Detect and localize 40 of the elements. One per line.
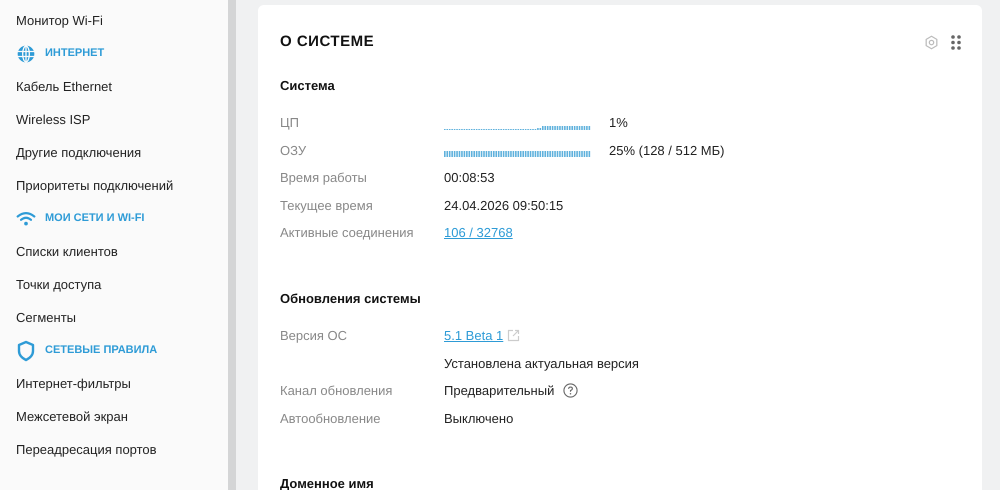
row-label: ОЗУ bbox=[280, 142, 306, 158]
card-title: О СИСТЕМЕ bbox=[280, 32, 374, 52]
row-value: Установлена актуальная версия bbox=[444, 354, 639, 373]
sidebar-link[interactable]: Монитор Wi-Fi bbox=[16, 10, 103, 30]
row-value: 1% bbox=[609, 114, 628, 132]
row-label: ЦП bbox=[280, 115, 299, 130]
row-value: Выключено bbox=[444, 410, 514, 428]
row-value: 00:08:53 bbox=[444, 169, 495, 187]
section-header: МОИ СЕТИ И WI-FI bbox=[45, 211, 144, 226]
external-link-icon[interactable] bbox=[507, 329, 520, 342]
section-header: ИНТЕРНЕТ bbox=[45, 46, 104, 62]
sidebar-link[interactable]: Другие подключения bbox=[16, 142, 142, 162]
row-value: Предварительный bbox=[444, 382, 554, 400]
row-label: Активные соединения bbox=[280, 225, 414, 240]
sidebar-link[interactable]: Переадресация портов bbox=[16, 440, 157, 460]
sidebar-link[interactable]: Точки доступа bbox=[16, 274, 102, 294]
row-label: Версия ОС bbox=[280, 328, 348, 343]
sidebar-link[interactable]: Приоритеты подключений bbox=[16, 176, 174, 196]
sidebar-link[interactable]: Кабель Ethernet bbox=[16, 76, 112, 96]
row-label: Время работы bbox=[280, 170, 367, 185]
wifi-icon bbox=[16, 210, 36, 226]
settings-icon[interactable] bbox=[924, 34, 939, 50]
sidebar-link[interactable]: Сегменты bbox=[16, 308, 76, 328]
scrollbar[interactable] bbox=[228, 0, 236, 490]
section-title: Обновления системы bbox=[280, 290, 422, 308]
sidebar-link[interactable]: Списки клиентов bbox=[16, 242, 118, 262]
row-value: 24.04.2026 09:50:15 bbox=[444, 196, 564, 214]
sidebar-link[interactable]: Wireless ISP bbox=[16, 110, 90, 130]
row-label: Автообновление bbox=[280, 410, 381, 426]
drag-handle-icon[interactable] bbox=[951, 34, 961, 50]
section-header: СЕТЕВЫЕ ПРАВИЛА bbox=[45, 343, 158, 358]
help-icon[interactable] bbox=[563, 383, 578, 398]
section-title: Система bbox=[280, 76, 336, 94]
sidebar-link[interactable]: Межсетевой экран bbox=[16, 406, 128, 426]
row-label: Канал обновления bbox=[280, 383, 392, 398]
row-value: 25% (128 / 512 МБ) bbox=[609, 142, 724, 160]
sidebar-link[interactable]: Интернет-фильтры bbox=[16, 374, 131, 394]
row-label: Текущее время bbox=[280, 198, 373, 212]
globe-icon bbox=[16, 44, 36, 64]
shield-icon bbox=[17, 340, 35, 362]
